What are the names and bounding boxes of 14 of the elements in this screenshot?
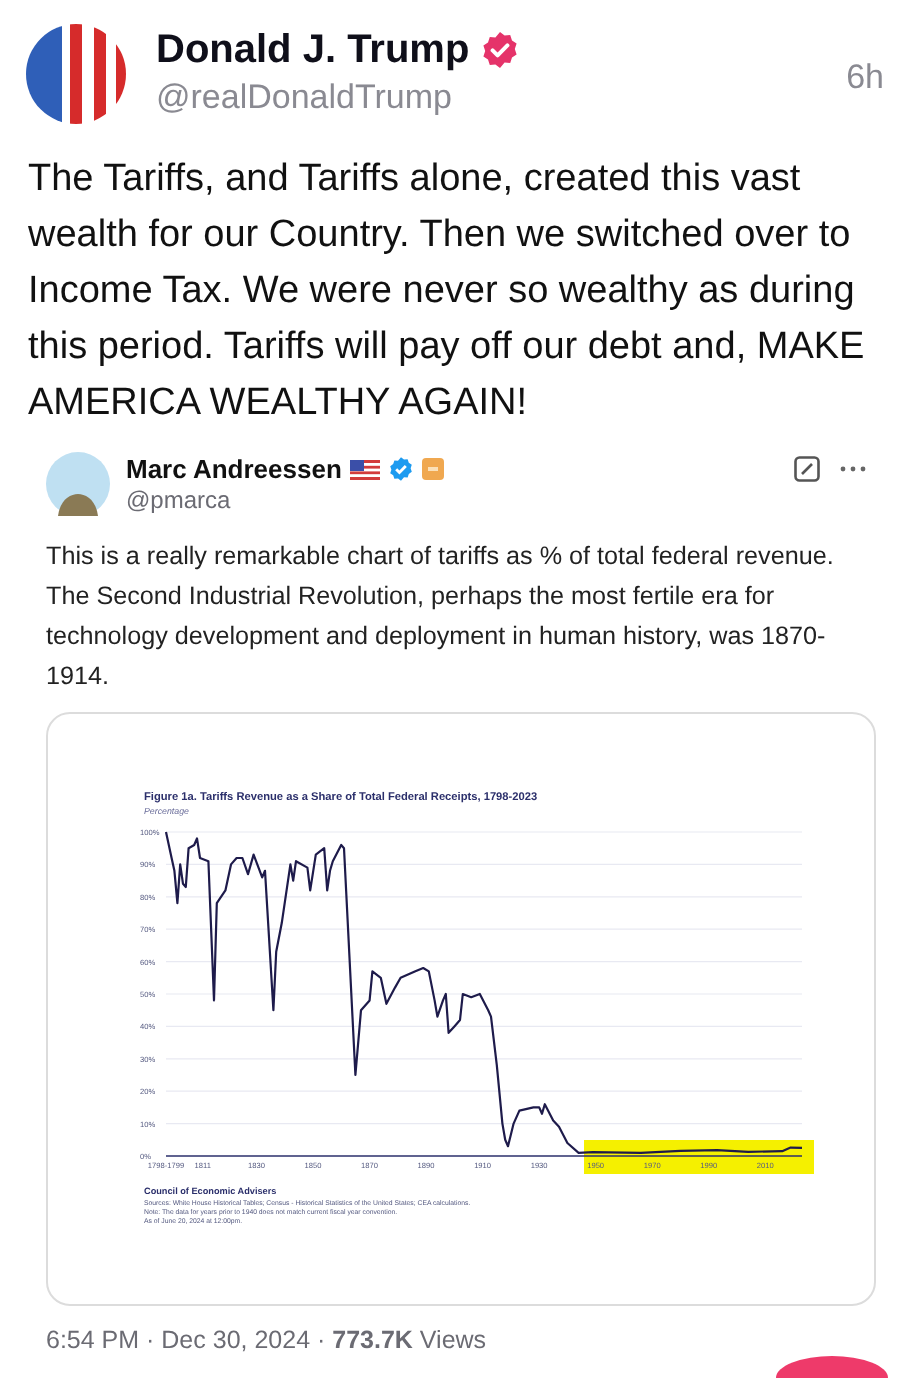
- post-meta: 6:54 PM · Dec 30, 2024 · 773.7K Views: [46, 1324, 489, 1358]
- author-name[interactable]: Donald J. Trump: [156, 24, 470, 76]
- flag-icon: [349, 459, 380, 479]
- more-icon[interactable]: [840, 466, 866, 472]
- post-text: The Tariffs, and Tariffs alone, created this vast wealth for our Country. Then we switched over to Income Tax. We were never so wealthy as during this period. Tariffs will pay off our debt and, MAKE AMERICA WEALTHY AGAIN!: [26, 156, 867, 428]
- edit-icon[interactable]: [794, 456, 820, 482]
- post-time: 6h: [846, 56, 884, 100]
- square-icon: [421, 458, 444, 480]
- avatar: [46, 452, 110, 516]
- avatar[interactable]: [26, 24, 126, 124]
- author-name[interactable]: Marc Andreessen: [126, 452, 342, 486]
- author-handle[interactable]: @pmarca: [126, 486, 444, 516]
- floating-action-button[interactable]: [776, 1356, 888, 1378]
- quoted-post-text: This is a really remarkable chart of tariffs as % of total federal revenue. The Second Industrial Revolution, perhaps the most fertile era for technology development and deployment in human history, was 1870-1914.: [46, 540, 836, 694]
